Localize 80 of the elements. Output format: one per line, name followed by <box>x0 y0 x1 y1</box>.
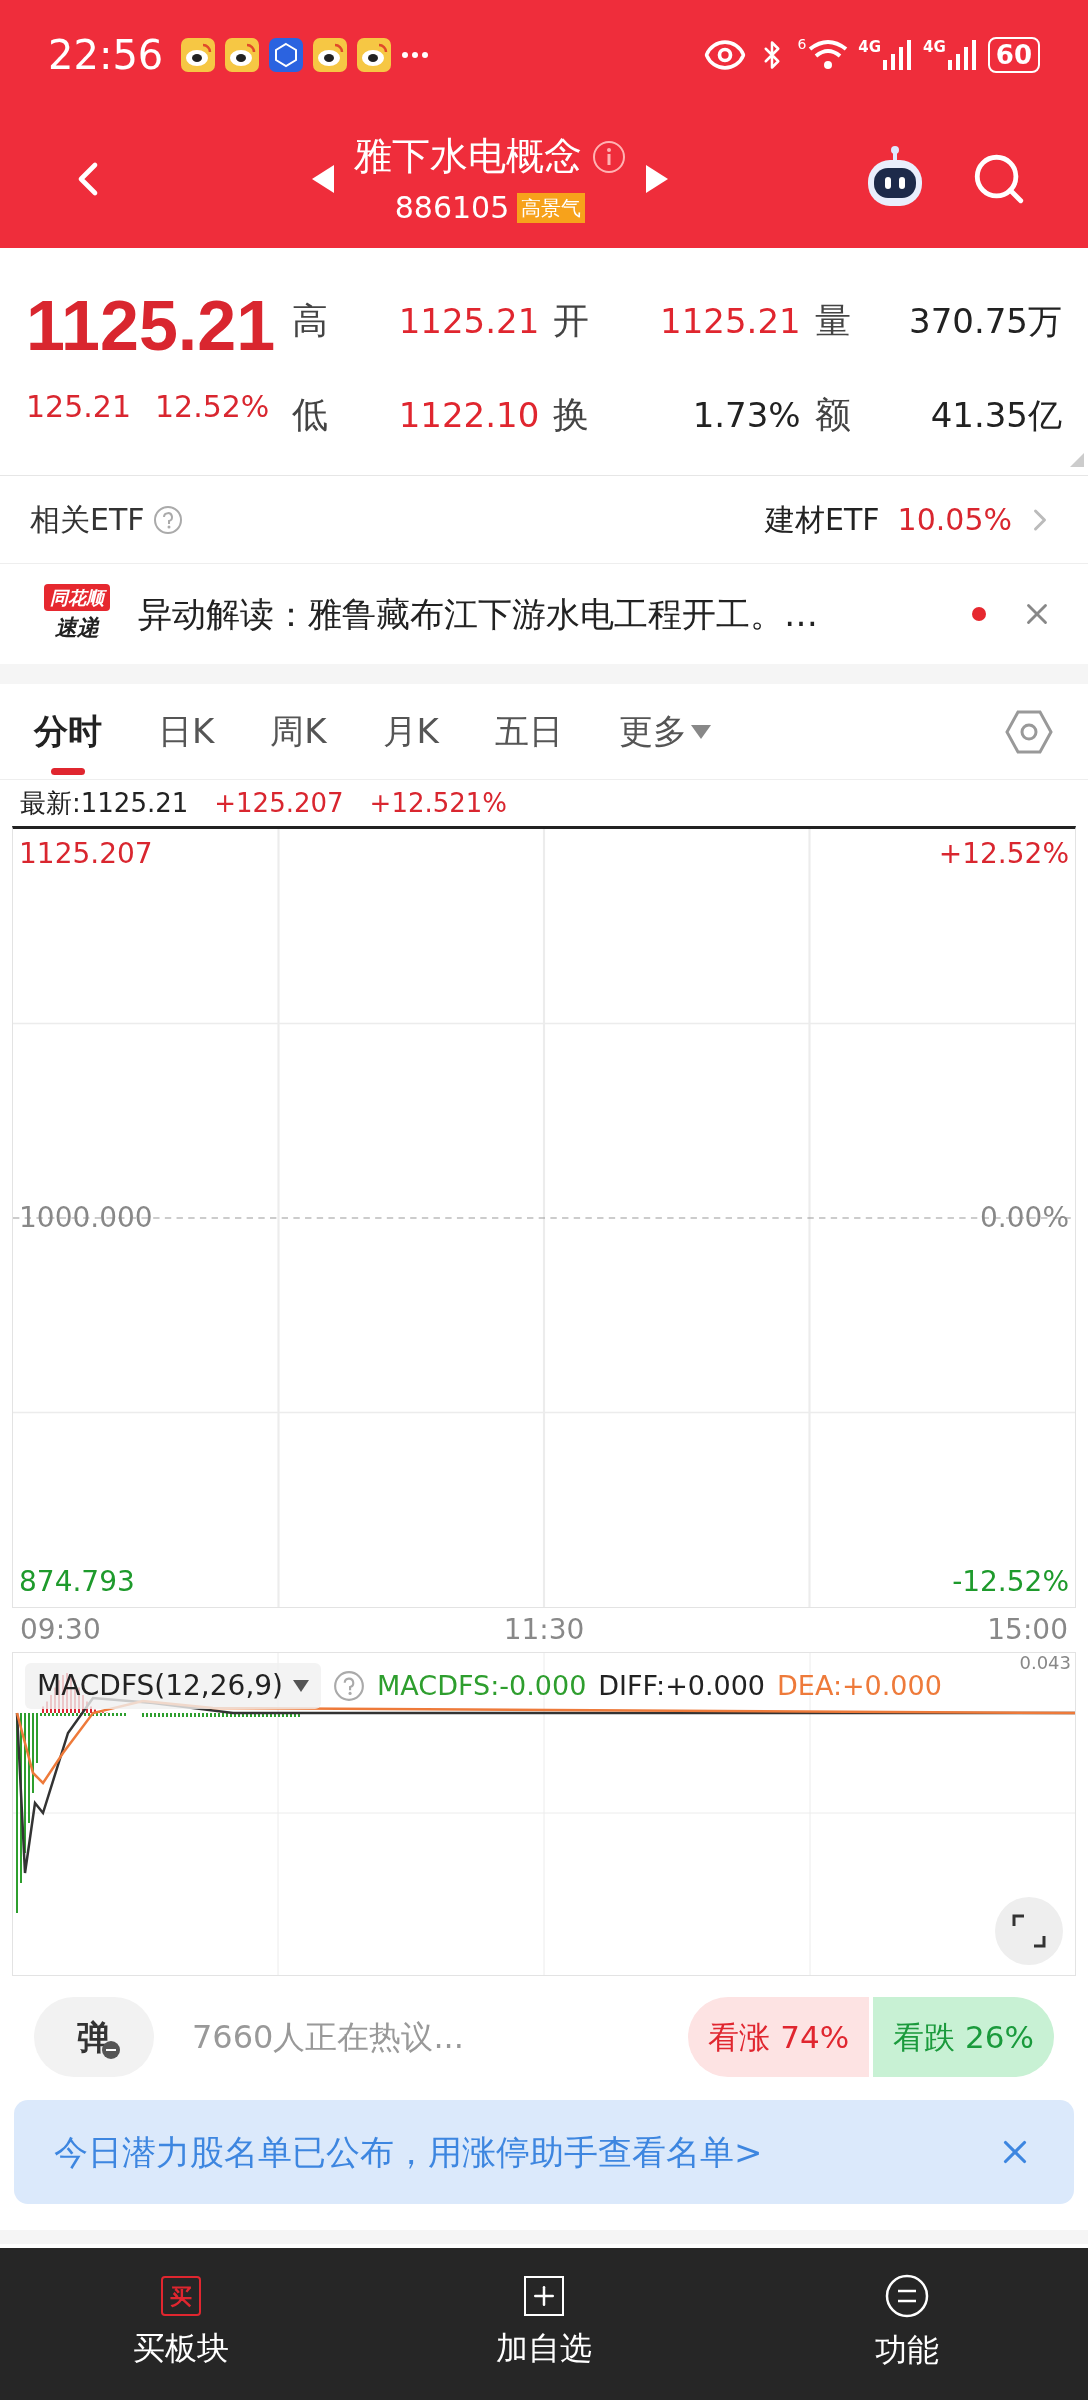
price-axis-label: 1125.207 <box>19 836 153 872</box>
network-type: 4G <box>923 37 946 58</box>
bullish-vote-button[interactable]: 看涨 74% <box>688 1997 870 2077</box>
stat-label: 额 <box>814 393 851 437</box>
chart-tab[interactable]: 月K <box>382 706 439 757</box>
stat-label: 高 <box>292 299 328 343</box>
menu-icon <box>884 2274 929 2318</box>
wifi-band-label: 6 <box>797 35 807 54</box>
price-axis-label: 1000.000 <box>19 1200 153 1236</box>
etf-change: 10.05% <box>897 501 1012 539</box>
price-change-percent: 12.52% <box>155 388 270 426</box>
sector-code: 886105 <box>394 189 510 227</box>
indicator-value: DEA:+0.000 <box>777 1668 942 1703</box>
price-change: 125.21 <box>26 388 131 426</box>
battery-indicator: 60 <box>987 37 1040 73</box>
percent-axis-label: 0.00% <box>980 1200 1069 1236</box>
status-time: 22:56 <box>48 31 164 80</box>
signal-icon <box>947 40 978 70</box>
next-arrow-icon[interactable] <box>646 165 668 193</box>
info-icon[interactable] <box>592 139 626 174</box>
current-price: 1125.21 <box>26 286 276 366</box>
stat-label: 换 <box>553 393 590 437</box>
selected-tab-indicator <box>51 768 85 775</box>
dropdown-caret-icon <box>690 724 711 739</box>
etf-name: 建材ETF <box>765 501 880 539</box>
chart-tab[interactable]: 日K <box>158 706 215 757</box>
indicator-value: MACDFS:-0.000 <box>377 1668 587 1703</box>
indicator-value: DIFF:+0.000 <box>598 1668 766 1703</box>
stat-value: 1125.21 <box>398 299 540 343</box>
dropdown-caret-icon <box>293 1680 310 1692</box>
expand-icon <box>1012 1914 1046 1948</box>
network-type: 4G <box>858 37 882 58</box>
stat-label: 低 <box>292 393 328 437</box>
related-etf-row[interactable]: 相关ETF 建材ETF 10.05% <box>0 476 1088 564</box>
etf-label: 相关ETF <box>30 501 145 539</box>
stat-value: 1125.21 <box>660 299 801 343</box>
latest-change-percent: +12.521% <box>369 786 508 820</box>
stat-value: 41.35亿 <box>930 393 1062 437</box>
indicator-dropdown[interactable]: MACDFS(12,26,9) <box>25 1663 322 1709</box>
help-icon[interactable] <box>333 1670 366 1702</box>
banner-text: 今日潜力股名单已公布，用涨停助手查看名单> <box>54 2130 764 2174</box>
toolbar-button[interactable]: 功能 <box>725 2248 1088 2400</box>
toolbar-button[interactable]: 加自选 <box>362 2248 726 2400</box>
logo-text: 速递 <box>55 614 99 642</box>
stat-label: 开 <box>553 299 590 343</box>
app-notification-icon <box>181 38 216 72</box>
stat-value: 1.73% <box>692 393 801 437</box>
chart-tab[interactable]: 分时 <box>34 706 102 757</box>
stat-label: 量 <box>814 299 851 343</box>
app-notification-icon <box>313 38 348 72</box>
price-axis-label: 874.793 <box>19 1564 135 1600</box>
more-menu-tab[interactable]: 更多 <box>618 706 711 757</box>
latest-change: +125.207 <box>214 786 344 820</box>
corner-triangle-icon <box>1070 453 1084 467</box>
signal-icon <box>883 40 914 70</box>
add-icon <box>524 2276 564 2316</box>
chart-tab[interactable]: 五日 <box>494 706 563 757</box>
app-notification-icon <box>357 38 392 72</box>
percent-axis-label: -12.52% <box>952 1564 1069 1600</box>
danmaku-button[interactable]: 弹 <box>34 1997 154 2077</box>
percent-axis-label: +12.52% <box>938 836 1069 872</box>
help-icon[interactable] <box>152 504 183 535</box>
logo-text: 同花顺 <box>44 584 110 611</box>
stat-value: 370.75万 <box>909 299 1062 343</box>
buy-icon: 买 <box>161 2276 202 2316</box>
sector-tag: 高景气 <box>517 192 586 223</box>
time-axis-label: 15:00 <box>987 1612 1068 1648</box>
more-notifications-icon <box>401 51 430 59</box>
sector-title: 雅下水电概念 <box>354 133 582 180</box>
time-axis-label: 11:30 <box>503 1612 585 1648</box>
wifi-icon <box>808 39 849 71</box>
stat-value: 1122.10 <box>398 393 540 437</box>
app-notification-icon <box>225 38 260 72</box>
toolbar-button[interactable]: 买 买板块 <box>0 2248 363 2400</box>
time-axis-label: 09:30 <box>20 1612 101 1648</box>
latest-price: 最新:1125.21 <box>20 786 189 820</box>
previous-arrow-icon[interactable] <box>312 165 334 193</box>
chart-tab[interactable]: 周K <box>270 706 327 757</box>
news-headline[interactable]: 异动解读：雅鲁藏布江下游水电工程开工。… <box>138 588 954 640</box>
macd-axis-label: 0.043 <box>1019 1651 1071 1675</box>
